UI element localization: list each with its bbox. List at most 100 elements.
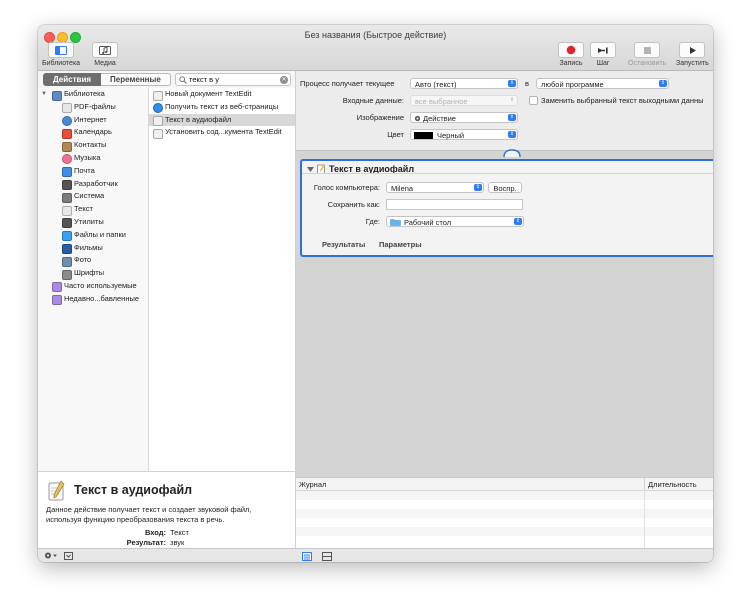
media-button[interactable]: Медиа — [92, 42, 118, 67]
description-title: Текст в аудиофайл — [74, 483, 193, 497]
sidebar-item-label: Календарь — [74, 127, 112, 137]
action-list-label: Новый документ TextEdit — [165, 89, 252, 98]
stop-icon — [643, 46, 651, 54]
result-type-value: звук — [170, 538, 185, 547]
action-text-to-audio[interactable]: Текст в аудиофайл Голос компьютера: Mile… — [300, 159, 713, 257]
sidebar-item-utilities[interactable]: Утилиты — [38, 216, 148, 229]
sidebar-item-music[interactable]: Музыка — [38, 152, 148, 165]
chevron-updown-icon: ⇕ — [509, 97, 515, 103]
contacts-icon — [62, 141, 72, 152]
action-list-item[interactable]: Текст в аудиофайл — [149, 113, 295, 127]
image-popup[interactable]: Действие ⇕ — [410, 112, 518, 123]
sidebar-item-label: PDF-файлы — [74, 101, 116, 111]
disclosure-triangle-icon[interactable] — [307, 166, 314, 173]
sidebar-item-developer[interactable]: Разработчик — [38, 178, 148, 191]
developer-icon — [62, 180, 72, 191]
textedit-icon — [153, 116, 163, 127]
workflow-canvas: Текст в аудиофайл Голос компьютера: Mile… — [296, 149, 713, 478]
action-list-item[interactable]: Установить сод...кумента TextEdit — [149, 126, 295, 139]
split-view-icon[interactable] — [322, 551, 332, 561]
gear-menu-icon[interactable] — [44, 551, 58, 560]
utilities-icon — [62, 218, 72, 229]
color-swatch — [414, 131, 433, 139]
replace-text-checkbox[interactable] — [529, 96, 538, 105]
library-tabs: Действия Переменные — [43, 73, 171, 86]
fonts-icon — [62, 269, 72, 280]
list-view-icon[interactable] — [302, 551, 312, 561]
input-type-label: Вход: — [144, 528, 166, 537]
clear-search-icon[interactable]: ✕ — [280, 75, 288, 84]
save-as-input[interactable] — [386, 199, 523, 210]
application-popup[interactable]: любой программе ⇕ — [536, 78, 669, 89]
chevron-updown-icon: ⇕ — [474, 184, 482, 191]
music-icon — [62, 154, 72, 165]
sidebar-item-label: Система — [74, 191, 105, 201]
search-input[interactable]: текст в у — [189, 74, 219, 85]
sidebar-item-smart-folder[interactable]: Недавно...бавленные — [38, 293, 148, 306]
show-description-icon[interactable] — [64, 552, 73, 560]
sidebar-item-photos[interactable]: Фото — [38, 254, 148, 267]
action-list-item[interactable]: Новый документ TextEdit — [149, 88, 295, 101]
library-toggle-button[interactable]: Библиотека — [42, 42, 80, 67]
chevron-updown-icon: ⇕ — [508, 114, 516, 121]
save-as-label: Сохранить как: — [327, 200, 380, 209]
voice-value: Milena — [391, 184, 414, 193]
chevron-updown-icon: ⇕ — [508, 80, 516, 87]
sidebar-item-calendar[interactable]: Календарь — [38, 126, 148, 139]
action-list-label: Получить текст из веб-страницы — [165, 101, 279, 111]
connector-notch — [503, 149, 521, 157]
run-button[interactable]: Запустить — [676, 42, 709, 67]
input-type-value: Текст — [170, 528, 189, 537]
sidebar-item-pdf[interactable]: PDF-файлы — [38, 101, 148, 114]
sidebar-item-movies[interactable]: Фильмы — [38, 242, 148, 255]
sidebar-item-text[interactable]: Текст — [38, 203, 148, 216]
duration-column-header[interactable]: Длительность — [648, 480, 697, 489]
action-list-label: Установить сод...кумента TextEdit — [165, 127, 282, 137]
receives-value: Авто (текст) — [415, 80, 457, 89]
step-button[interactable]: Шаг — [590, 42, 616, 67]
receives-popup[interactable]: Авто (текст) ⇕ — [410, 78, 518, 89]
record-button[interactable]: Запись — [558, 42, 584, 67]
tab-results[interactable]: Результаты — [322, 240, 365, 249]
disclosure-triangle-icon[interactable]: ▼ — [41, 88, 47, 101]
sidebar-item-globe[interactable]: Интернет — [38, 114, 148, 127]
sidebar-item-label: Почта — [74, 165, 95, 175]
tab-variables[interactable]: Переменные — [101, 73, 171, 86]
log-header: Журнал Длительность — [296, 478, 713, 491]
sidebar-item-system[interactable]: Система — [38, 190, 148, 203]
color-value: Черный — [437, 131, 465, 140]
sidebar-item-contacts[interactable]: Контакты — [38, 139, 148, 152]
receives-label: Процесс получает текущее — [300, 79, 395, 88]
play-voice-button[interactable]: Воспр. — [488, 182, 522, 193]
safari-icon — [153, 103, 163, 114]
sidebar-item-label: Фото — [74, 255, 92, 265]
sidebar-item-label: Библиотека — [64, 89, 105, 98]
sidebar-item-library[interactable]: ▼ Библиотека — [38, 88, 148, 101]
sidebar-item-fonts[interactable]: Шрифты — [38, 267, 148, 280]
log-column-header[interactable]: Журнал — [299, 480, 326, 489]
sidebar-item-finder[interactable]: Файлы и папки — [38, 229, 148, 242]
tab-actions[interactable]: Действия — [43, 73, 102, 86]
color-label: Цвет — [387, 130, 404, 139]
color-popup[interactable]: Черный ⇕ — [410, 129, 518, 140]
tab-options[interactable]: Параметры — [379, 240, 422, 249]
sidebar-item-smart-folder[interactable]: Часто используемые — [38, 280, 148, 293]
smart-folder-icon — [52, 282, 62, 293]
search-field[interactable]: текст в у ✕ — [175, 73, 291, 86]
where-popup[interactable]: Рабочий стол ⇕ — [386, 216, 524, 227]
stop-button[interactable]: Остановить — [628, 42, 666, 67]
finder-icon — [62, 231, 72, 242]
step-icon — [598, 47, 608, 53]
sidebar-item-label: Фильмы — [74, 242, 103, 252]
sidebar-item-mail[interactable]: Почта — [38, 165, 148, 178]
action-list-item[interactable]: Получить текст из веб-страницы — [149, 101, 295, 114]
replace-text-label: Заменить выбранный текст выходными данны — [541, 96, 704, 105]
sidebar-item-label: Файлы и папки — [74, 229, 126, 239]
title-bar: Без названия (Быстрое действие) Библиоте… — [38, 25, 713, 71]
input-data-popup[interactable]: все выбранное ⇕ — [410, 95, 518, 106]
image-label: Изображение — [356, 113, 404, 122]
sidebar-item-label: Утилиты — [74, 216, 104, 226]
step-label: Шаг — [596, 60, 610, 67]
library-toggle-label: Библиотека — [42, 60, 81, 67]
voice-popup[interactable]: Milena ⇕ — [386, 182, 484, 193]
